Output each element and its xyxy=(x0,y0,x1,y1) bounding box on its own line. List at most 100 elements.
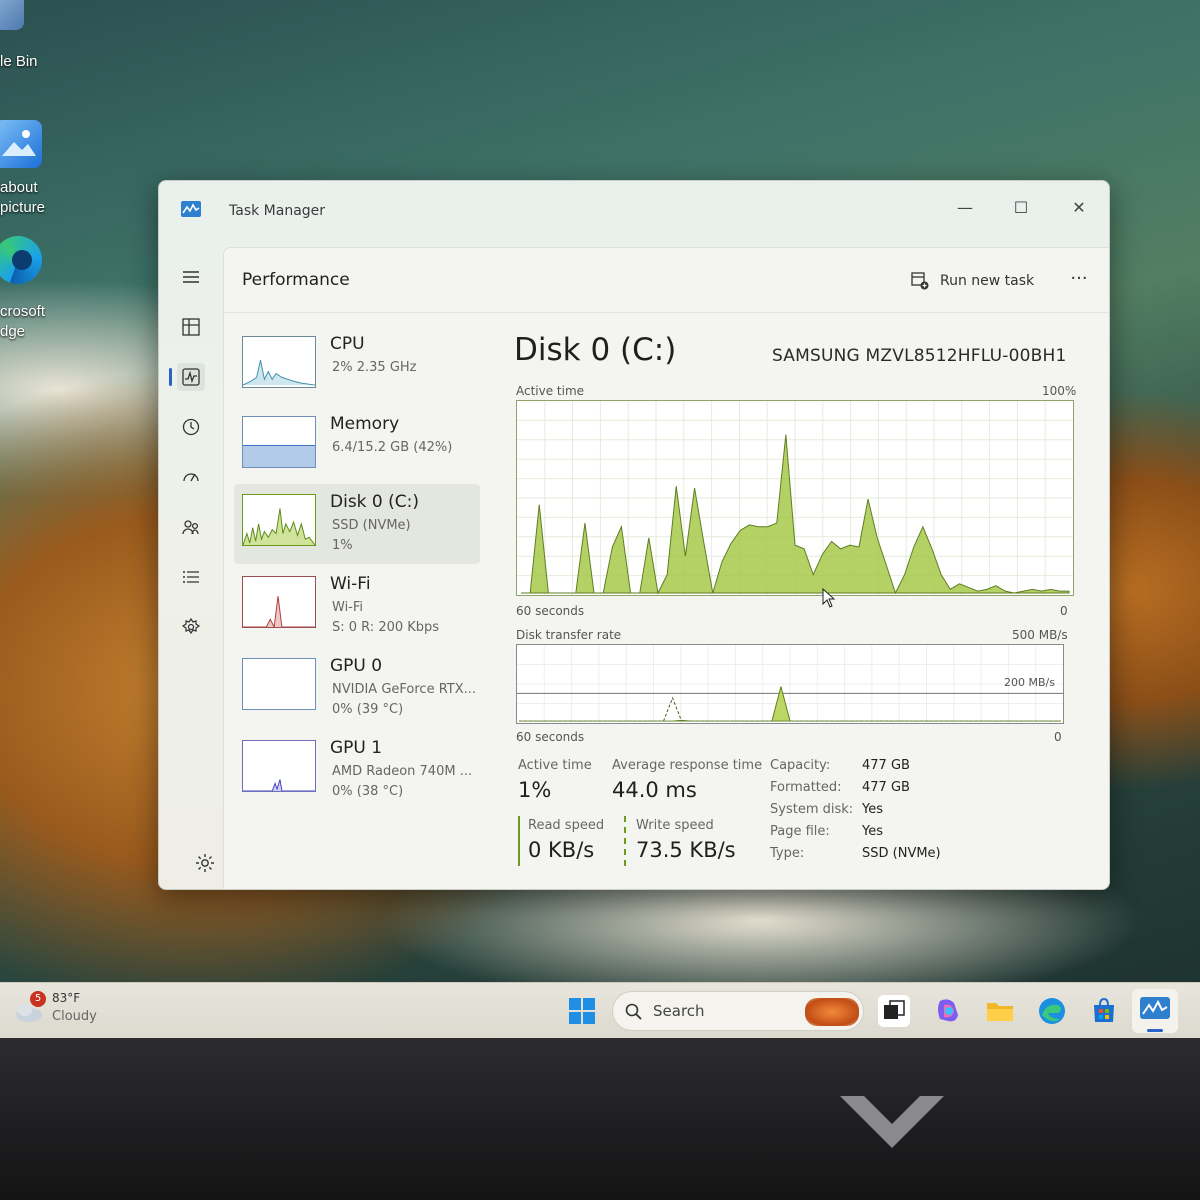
device-disk-0[interactable]: Disk 0 (C:) SSD (NVMe) 1% xyxy=(234,484,480,564)
device-name: CPU xyxy=(330,334,365,354)
device-detail: Wi-Fi xyxy=(332,600,364,615)
services-icon xyxy=(181,617,201,635)
active-time-max-label: 100% xyxy=(1042,384,1077,398)
capacity-key: Capacity: xyxy=(770,758,831,773)
mouse-cursor-icon xyxy=(822,588,836,608)
nav-processes[interactable] xyxy=(177,313,205,341)
weather-description: Cloudy xyxy=(52,1009,97,1024)
minimize-button[interactable]: — xyxy=(947,191,983,225)
type-key: Type: xyxy=(770,846,805,861)
microsoft-edge-label-1: crosoft xyxy=(0,303,46,320)
write-speed-marker xyxy=(624,816,626,866)
device-name: Memory xyxy=(330,414,400,434)
gpu0-thumbnail-graph xyxy=(242,658,316,710)
transfer-rate-mark-label: 200 MB/s xyxy=(1004,676,1055,689)
taskbar: 5 83°F Cloudy Search xyxy=(0,982,1200,1038)
run-new-task-icon xyxy=(911,272,929,290)
weather-widget[interactable]: 5 83°F Cloudy xyxy=(14,989,134,1033)
device-throughput: S: 0 R: 200 Kbps xyxy=(332,620,440,635)
disk-title: Disk 0 (C:) xyxy=(514,332,677,368)
settings-icon[interactable] xyxy=(193,851,217,875)
navigation-rail xyxy=(159,247,223,889)
maximize-button[interactable]: ☐ xyxy=(1003,191,1039,225)
search-icon xyxy=(625,1003,642,1020)
notification-badge: 5 xyxy=(30,991,46,1007)
write-speed-label: Write speed xyxy=(636,818,714,833)
read-speed-value: 0 KB/s xyxy=(528,838,595,862)
search-box[interactable]: Search xyxy=(612,991,864,1031)
nav-startup-apps[interactable] xyxy=(177,463,205,491)
edge-browser-icon[interactable] xyxy=(1036,995,1068,1027)
disk-model: SAMSUNG MZVL8512HFLU-00BH1 xyxy=(772,346,1067,366)
capacity-value: 477 GB xyxy=(862,758,910,773)
read-speed-label: Read speed xyxy=(528,818,605,833)
device-gpu-0[interactable]: GPU 0 NVIDIA GeForce RTX... 0% (39 °C) xyxy=(234,648,480,728)
device-wifi[interactable]: Wi-Fi Wi-Fi S: 0 R: 200 Kbps xyxy=(234,566,480,646)
cpu-thumbnail-graph xyxy=(242,336,316,388)
device-detail: SSD (NVMe) xyxy=(332,518,411,533)
nav-users[interactable] xyxy=(177,513,205,541)
device-name: Disk 0 (C:) xyxy=(330,492,420,512)
active-time-chart xyxy=(516,400,1074,596)
hp-victus-logo xyxy=(840,1096,944,1148)
learn-about-picture-icon[interactable] xyxy=(0,120,42,168)
app-history-icon xyxy=(182,418,200,436)
page-title: Performance xyxy=(242,270,350,290)
active-time-axis-label: Active time xyxy=(516,384,585,398)
active-time-span-label: 60 seconds xyxy=(516,604,585,618)
copilot-icon[interactable] xyxy=(932,995,964,1027)
weather-temperature: 83°F xyxy=(52,991,81,1005)
transfer-zero-label: 0 xyxy=(1054,730,1062,744)
device-detail: NVIDIA GeForce RTX... xyxy=(332,682,477,697)
device-usage: 1% xyxy=(332,538,353,553)
microsoft-edge-label-2: dge xyxy=(0,323,26,340)
device-detail: AMD Radeon 740M ... xyxy=(332,764,473,779)
task-manager-taskbar-button[interactable] xyxy=(1132,989,1178,1033)
nav-performance[interactable] xyxy=(177,363,205,391)
type-value: SSD (NVMe) xyxy=(862,846,941,861)
disk-thumbnail-graph xyxy=(242,494,316,546)
nav-services[interactable] xyxy=(177,613,205,641)
nav-app-history[interactable] xyxy=(177,413,205,441)
hamburger-icon xyxy=(183,271,199,283)
transfer-span-label: 60 seconds xyxy=(516,730,585,744)
system-disk-key: System disk: xyxy=(770,802,854,817)
nav-details[interactable] xyxy=(177,563,205,591)
microsoft-store-icon[interactable] xyxy=(1088,995,1120,1027)
device-memory[interactable]: Memory 6.4/15.2 GB (42%) xyxy=(234,406,480,486)
device-name: GPU 1 xyxy=(330,738,383,758)
formatted-value: 477 GB xyxy=(862,780,910,795)
device-cpu[interactable]: CPU 2% 2.35 GHz xyxy=(234,326,480,406)
device-name: Wi-Fi xyxy=(330,574,371,594)
device-name: GPU 0 xyxy=(330,656,383,676)
formatted-key: Formatted: xyxy=(770,780,842,795)
header-divider xyxy=(224,312,1109,313)
details-icon xyxy=(183,571,199,583)
device-detail: 6.4/15.2 GB (42%) xyxy=(332,440,453,455)
start-button[interactable] xyxy=(566,995,598,1027)
recycle-bin-icon[interactable] xyxy=(0,0,24,30)
processes-icon xyxy=(182,318,200,336)
learn-about-picture-label-1: about xyxy=(0,179,38,196)
more-options-button[interactable]: ··· xyxy=(1064,266,1094,296)
device-gpu-1[interactable]: GPU 1 AMD Radeon 740M ... 0% (38 °C) xyxy=(234,730,480,810)
users-icon xyxy=(182,520,199,535)
close-button[interactable]: ✕ xyxy=(1061,191,1097,225)
task-manager-window: Task Manager — ☐ ✕ Performance Run new t… xyxy=(158,180,1110,890)
system-disk-value: Yes xyxy=(862,802,883,817)
page-file-value: Yes xyxy=(862,824,883,839)
search-label: Search xyxy=(653,1002,705,1020)
task-view-button[interactable] xyxy=(878,995,910,1027)
learn-about-picture-label-2: picture xyxy=(0,199,46,216)
transfer-rate-axis-label: Disk transfer rate xyxy=(516,628,622,642)
file-explorer-icon[interactable] xyxy=(984,995,1016,1027)
active-time-zero-label: 0 xyxy=(1060,604,1068,618)
device-usage: 0% (38 °C) xyxy=(332,784,404,799)
device-usage: 0% (39 °C) xyxy=(332,702,404,717)
microsoft-edge-icon[interactable] xyxy=(0,236,42,284)
run-new-task-button[interactable]: Run new task xyxy=(910,266,1034,296)
transfer-rate-max-label: 500 MB/s xyxy=(1012,628,1068,642)
hamburger-menu-button[interactable] xyxy=(177,263,205,291)
performance-icon xyxy=(182,368,200,386)
task-manager-icon xyxy=(1140,997,1170,1019)
